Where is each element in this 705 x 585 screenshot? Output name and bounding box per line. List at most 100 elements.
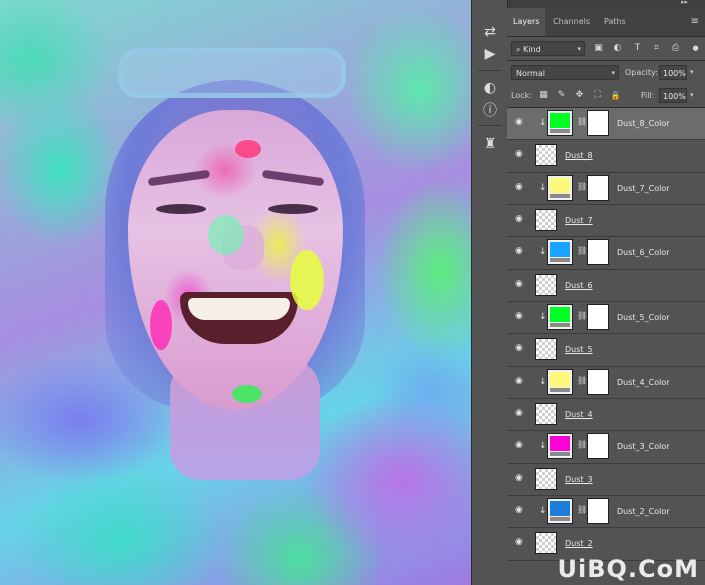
layer-row[interactable]: ◉ Dust_8 xyxy=(507,140,705,173)
layer-thumbnail[interactable] xyxy=(535,532,557,555)
layer-row[interactable]: ◉ ↓ ⛓ Dust_3_Color xyxy=(507,431,705,464)
layer-name[interactable]: Dust_4 xyxy=(565,399,593,431)
lock-artboard-icon[interactable]: ⛶ xyxy=(591,89,604,102)
mask-link-icon[interactable]: ⛓ xyxy=(577,117,587,126)
visibility-eye-icon[interactable]: ◉ xyxy=(515,409,526,418)
visibility-eye-icon[interactable]: ◉ xyxy=(515,150,526,159)
visibility-eye-icon[interactable]: ◉ xyxy=(515,473,526,482)
fill-input[interactable]: 100% xyxy=(659,88,687,103)
layer-mask-thumbnail[interactable] xyxy=(587,433,609,460)
color-fill-thumbnail[interactable] xyxy=(547,368,573,395)
layer-mask-thumbnail[interactable] xyxy=(587,239,609,266)
color-fill-thumbnail[interactable] xyxy=(547,174,573,201)
layer-thumbnail[interactable] xyxy=(535,273,557,296)
visibility-eye-icon[interactable]: ◉ xyxy=(515,506,526,515)
layer-thumbnail[interactable] xyxy=(535,403,557,426)
visibility-eye-icon[interactable]: ◉ xyxy=(515,312,526,321)
history-icon[interactable]: ⇄ xyxy=(480,22,500,42)
layer-row[interactable]: ◉ ↓ ⛓ Dust_7_Color xyxy=(507,173,705,206)
tab-layers[interactable]: Layers xyxy=(507,8,546,36)
lock-transparent-icon[interactable]: ▦ xyxy=(537,89,550,102)
layer-name[interactable]: Dust_8_Color xyxy=(617,108,670,140)
layer-row[interactable]: ◉ Dust_6 xyxy=(507,270,705,303)
layer-name[interactable]: Dust_3 xyxy=(565,464,593,496)
layer-mask-thumbnail[interactable] xyxy=(587,110,609,136)
visibility-eye-icon[interactable]: ◉ xyxy=(515,247,526,256)
layer-name[interactable]: Dust_2_Color xyxy=(617,496,670,528)
chevron-down-icon[interactable]: ▾ xyxy=(690,65,694,80)
play-action-icon[interactable]: ▶ xyxy=(480,44,500,64)
lock-position-icon[interactable]: ✥ xyxy=(573,89,586,102)
mask-link-icon[interactable]: ⛓ xyxy=(577,505,587,514)
mask-link-icon[interactable]: ⛓ xyxy=(577,246,587,255)
color-fill-thumbnail[interactable] xyxy=(547,304,573,331)
color-fill-thumbnail[interactable] xyxy=(547,498,573,525)
layer-mask-thumbnail[interactable] xyxy=(587,368,609,395)
layer-name[interactable]: Dust_5 xyxy=(565,334,593,366)
mask-link-icon[interactable]: ⛓ xyxy=(577,311,587,320)
stamp-icon[interactable]: ♜ xyxy=(480,134,500,154)
layer-mask-thumbnail[interactable] xyxy=(587,174,609,201)
layer-name[interactable]: Dust_6 xyxy=(565,270,593,302)
blend-mode-dropdown[interactable]: Normal ▾ xyxy=(511,65,619,80)
tab-channels[interactable]: Channels xyxy=(547,8,596,36)
filter-toggle-icon[interactable]: ● xyxy=(689,42,702,55)
color-swatch xyxy=(550,242,570,258)
layer-mask-thumbnail[interactable] xyxy=(587,304,609,331)
layer-row[interactable]: ◉ ↓ ⛓ Dust_6_Color xyxy=(507,237,705,270)
layer-row[interactable]: ◉ Dust_5 xyxy=(507,334,705,367)
chevron-down-icon[interactable]: ▾ xyxy=(690,88,694,103)
opacity-label: Opacity: xyxy=(625,68,658,77)
visibility-eye-icon[interactable]: ◉ xyxy=(515,376,526,385)
visibility-eye-icon[interactable]: ◉ xyxy=(515,215,526,224)
lock-image-icon[interactable]: ✎ xyxy=(555,89,568,102)
layer-row[interactable]: ◉ ↓ ⛓ Dust_8_Color xyxy=(507,108,705,141)
visibility-eye-icon[interactable]: ◉ xyxy=(515,441,526,450)
mask-link-icon[interactable]: ⛓ xyxy=(577,182,587,191)
filter-type-icon[interactable]: T xyxy=(631,42,644,55)
layer-name[interactable]: Dust_4_Color xyxy=(617,367,670,399)
collapse-right-icon[interactable]: ▸▸ xyxy=(681,0,688,6)
layer-name[interactable]: Dust_3_Color xyxy=(617,431,670,463)
filter-adjustment-icon[interactable]: ◐ xyxy=(611,42,624,55)
layer-row[interactable]: ◉ ↓ ⛓ Dust_4_Color xyxy=(507,367,705,400)
color-fill-thumbnail[interactable] xyxy=(547,110,573,136)
mask-link-icon[interactable]: ⛓ xyxy=(577,376,587,385)
layer-row[interactable]: ◉ ↓ ⛓ Dust_5_Color xyxy=(507,302,705,335)
layer-name[interactable]: Dust_7 xyxy=(565,205,593,237)
layer-row[interactable]: ◉ Dust_7 xyxy=(507,205,705,238)
visibility-eye-icon[interactable]: ◉ xyxy=(515,344,526,353)
opacity-input[interactable]: 100% xyxy=(659,65,687,80)
teeth-shape xyxy=(188,298,290,320)
lock-all-icon[interactable]: 🔒 xyxy=(609,89,622,102)
lock-row: Lock: ▦ ✎ ✥ ⛶ 🔒 Fill: 100% ▾ xyxy=(507,84,705,107)
adjustments-icon[interactable]: ◐ xyxy=(480,78,500,98)
filter-pixel-icon[interactable]: ▣ xyxy=(592,42,605,55)
visibility-eye-icon[interactable]: ◉ xyxy=(515,182,526,191)
layer-name[interactable]: Dust_7_Color xyxy=(617,173,670,205)
mask-link-icon[interactable]: ⛓ xyxy=(577,440,587,449)
layer-thumbnail[interactable] xyxy=(535,338,557,361)
visibility-eye-icon[interactable]: ◉ xyxy=(515,118,526,127)
layer-name[interactable]: Dust_5_Color xyxy=(617,302,670,334)
filter-smartobject-icon[interactable]: ⎙ xyxy=(669,42,682,55)
layer-row[interactable]: ◉ ↓ ⛓ Dust_2_Color xyxy=(507,496,705,529)
layer-thumbnail[interactable] xyxy=(535,144,557,167)
layer-row[interactable]: ◉ Dust_4 xyxy=(507,399,705,432)
filter-kind-dropdown[interactable]: ⌕ Kind ▾ xyxy=(511,41,585,56)
color-fill-thumbnail[interactable] xyxy=(547,433,573,460)
visibility-eye-icon[interactable]: ◉ xyxy=(515,279,526,288)
visibility-eye-icon[interactable]: ◉ xyxy=(515,538,526,547)
layer-row[interactable]: ◉ Dust_3 xyxy=(507,464,705,497)
filter-shape-icon[interactable]: ⌗ xyxy=(650,42,663,55)
info-icon[interactable]: ⓘ xyxy=(480,101,500,121)
photo-canvas[interactable] xyxy=(0,0,471,585)
layer-name[interactable]: Dust_8 xyxy=(565,140,593,172)
layer-name[interactable]: Dust_6_Color xyxy=(617,237,670,269)
tab-paths[interactable]: Paths xyxy=(598,8,632,36)
layer-thumbnail[interactable] xyxy=(535,467,557,490)
layer-mask-thumbnail[interactable] xyxy=(587,498,609,525)
panel-menu-icon[interactable]: ≡ xyxy=(691,16,699,27)
color-fill-thumbnail[interactable] xyxy=(547,239,573,266)
layer-thumbnail[interactable] xyxy=(535,209,557,232)
